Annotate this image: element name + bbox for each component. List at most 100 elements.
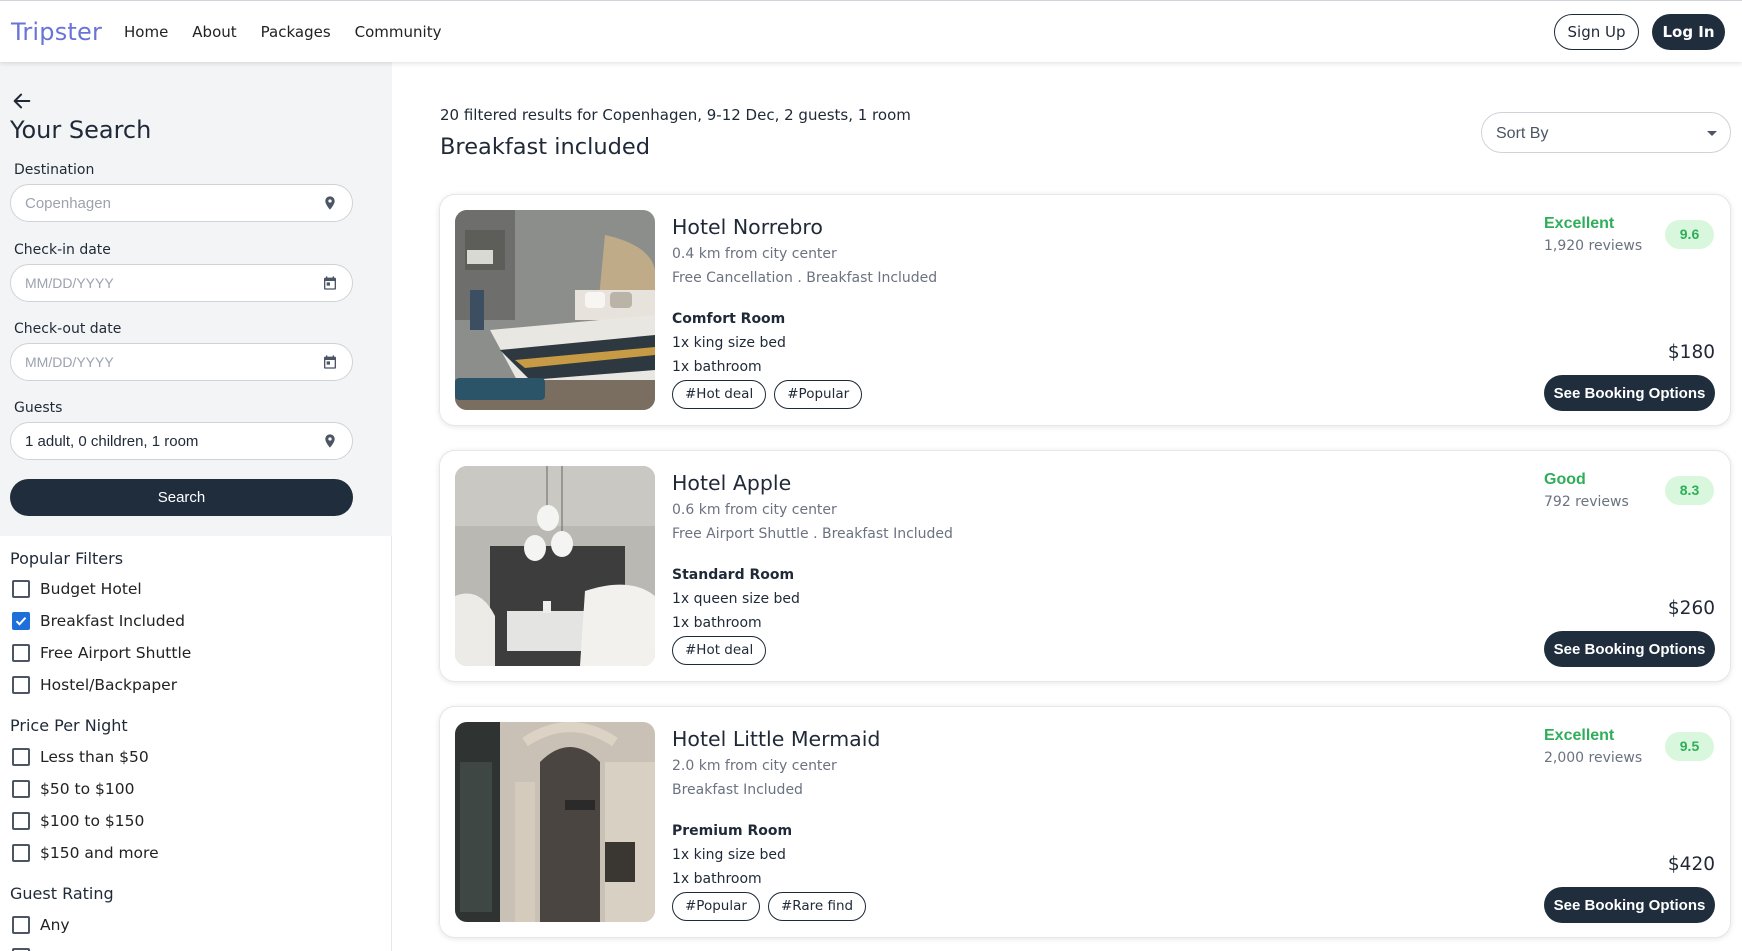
filter-label: Free Airport Shuttle [40,644,192,662]
hotel-distance: 2.0 km from city center [672,758,837,774]
filter-price-150-more[interactable]: $150 and more [12,844,159,862]
nav-home[interactable]: Home [124,23,168,41]
filter-label: $100 to $150 [40,812,145,830]
tag-popular[interactable]: #Popular [774,380,863,409]
checkbox-checked[interactable] [12,612,30,630]
score-badge: 9.5 [1665,732,1714,761]
checkin-input[interactable] [25,265,305,301]
bed-info: 1x king size bed [672,847,786,863]
sign-up-button[interactable]: Sign Up [1554,14,1639,50]
tag-hot-deal[interactable]: #Hot deal [672,380,767,409]
destination-label: Destination [14,162,95,178]
results-title: Breakfast included [440,134,651,160]
bathroom-info: 1x bathroom [672,871,762,887]
tag-rare-find[interactable]: #Rare find [767,892,867,921]
filter-free-airport-shuttle[interactable]: Free Airport Shuttle [12,644,191,662]
tag-list: #Hot deal [672,636,767,665]
guests-label: Guests [14,400,63,416]
filter-label: Breakfast Included [40,612,185,630]
tag-hot-deal[interactable]: #Hot deal [672,636,767,665]
room-type: Standard Room [672,567,795,583]
filter-rating-any[interactable]: Any [12,916,70,934]
filter-price-lt-50[interactable]: Less than $50 [12,748,149,766]
checkbox[interactable] [12,844,30,862]
nav-about[interactable]: About [192,23,236,41]
price: $260 [1667,598,1715,619]
see-booking-options-button[interactable]: See Booking Options [1544,375,1715,411]
filter-budget-hotel[interactable]: Budget Hotel [12,580,142,598]
hotel-photo[interactable] [455,722,655,922]
hotel-distance: 0.4 km from city center [672,246,837,262]
filter-price-100-150[interactable]: $100 to $150 [12,812,144,830]
filter-label: $50 to $100 [40,780,135,798]
search-sidebar: Your Search Destination Check-in date Ch… [0,62,392,951]
search-panel: Your Search Destination Check-in date Ch… [0,62,392,536]
back-arrow-icon[interactable] [11,90,33,112]
filter-label: $150 and more [40,844,159,862]
tag-list: #Popular #Rare find [672,892,867,921]
filter-label: Hostel/Backpaper [40,676,178,694]
checkbox[interactable] [12,916,30,934]
bathroom-info: 1x bathroom [672,359,762,375]
hotel-photo[interactable] [455,466,655,666]
review-count: 792 reviews [1544,494,1629,510]
checkout-input[interactable] [25,344,305,380]
hotel-card: Hotel Little Mermaid 2.0 km from city ce… [439,706,1731,938]
hotel-photo[interactable] [455,210,655,410]
guests-field [10,422,353,460]
price: $420 [1667,854,1715,875]
room-type: Comfort Room [672,311,786,327]
sort-by-select[interactable]: Sort By [1481,112,1731,153]
hotel-card: Hotel Norrebro 0.4 km from city center F… [439,194,1731,426]
results-summary: 20 filtered results for Copenhagen, 9-12… [440,106,911,124]
filter-label: Any [40,916,70,934]
checkout-field [10,343,353,381]
bed-info: 1x queen size bed [672,591,800,607]
score-badge: 9.6 [1665,220,1714,249]
see-booking-options-button[interactable]: See Booking Options [1544,887,1715,923]
filter-price-50-100[interactable]: $50 to $100 [12,780,134,798]
destination-input[interactable] [25,185,305,221]
tag-list: #Hot deal #Popular [672,380,863,409]
filter-breakfast-included[interactable]: Breakfast Included [12,612,185,630]
tripster-logo[interactable]: Tripster [11,18,102,46]
checkbox[interactable] [12,676,30,694]
tag-popular[interactable]: #Popular [672,892,760,921]
price: $180 [1667,342,1715,363]
nav-packages[interactable]: Packages [261,23,331,41]
rating-word: Excellent [1544,727,1615,744]
review-count: 2,000 reviews [1544,750,1643,766]
guests-input[interactable] [25,423,305,459]
hotel-amenities: Breakfast Included [672,782,803,798]
filter-label: Less than $50 [40,748,149,766]
checkbox[interactable] [12,644,30,662]
nav-community[interactable]: Community [355,23,442,41]
calendar-icon[interactable] [322,275,338,291]
hotel-name[interactable]: Hotel Little Mermaid [672,727,880,751]
filter-hostel-backpaper[interactable]: Hostel/Backpaper [12,676,177,694]
checkmark-icon [15,617,27,626]
destination-field [10,184,353,222]
popular-filters-title: Popular Filters [10,549,124,568]
review-count: 1,920 reviews [1544,238,1643,254]
location-pin-icon [325,434,335,448]
price-per-night-title: Price Per Night [10,716,128,735]
location-pin-icon [325,196,335,210]
dropdown-caret-icon [1707,131,1717,136]
see-booking-options-button[interactable]: See Booking Options [1544,631,1715,667]
checkbox[interactable] [12,748,30,766]
checkbox[interactable] [12,812,30,830]
guest-rating-title: Guest Rating [10,884,114,903]
bathroom-info: 1x bathroom [672,615,762,631]
hotel-name[interactable]: Hotel Norrebro [672,215,823,239]
search-button[interactable]: Search [10,479,353,516]
hotel-name[interactable]: Hotel Apple [672,471,791,495]
checkbox[interactable] [12,780,30,798]
hotel-amenities: Free Airport Shuttle . Breakfast Include… [672,526,953,542]
checkbox[interactable] [12,580,30,598]
calendar-icon[interactable] [322,354,338,370]
hotel-card: Hotel Apple 0.6 km from city center Free… [439,450,1731,682]
rating-word: Excellent [1544,215,1615,232]
log-in-button[interactable]: Log In [1652,14,1725,50]
search-title: Your Search [10,116,152,144]
